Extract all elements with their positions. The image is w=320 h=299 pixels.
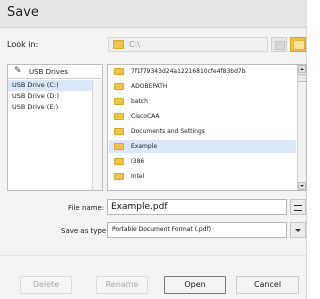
folder-icon <box>114 83 124 90</box>
scroll-thumb[interactable] <box>298 74 306 82</box>
file-list: 7f1f79343d24a12216810cfe4f83bd7b ADOBEPA… <box>107 64 307 191</box>
file-row[interactable]: ADOBEPATH <box>109 80 296 93</box>
new-folder-icon[interactable] <box>290 37 306 52</box>
drives-scrollbar[interactable] <box>92 80 102 190</box>
look-in-path-text: C:\ <box>129 40 140 49</box>
drives-header: ✎ USB Drives <box>8 65 102 79</box>
file-row[interactable]: 7f1f79343d24a12216810cfe4f83bd7b <box>109 65 296 78</box>
look-in-label: Look in: <box>7 40 39 49</box>
file-name: 7f1f79343d24a12216810cfe4f83bd7b <box>131 68 246 75</box>
chevron-down-icon[interactable] <box>290 222 306 238</box>
folder-icon <box>114 158 124 165</box>
folder-icon <box>113 40 124 49</box>
file-name: ADOBEPATH <box>131 83 168 90</box>
dialog-title: Save <box>7 5 39 20</box>
file-row[interactable]: batch <box>109 95 296 108</box>
file-name: Example <box>131 143 158 150</box>
up-folder-icon[interactable] <box>271 37 287 52</box>
drives-header-label: USB Drives <box>29 68 68 76</box>
file-name: I386 <box>131 158 145 165</box>
folder-icon <box>114 113 124 120</box>
drive-item-e[interactable]: USB Drive (E:) <box>8 102 92 113</box>
rename-button[interactable]: Rename <box>96 276 148 294</box>
save-dialog: Save Look in: C:\ ✎ USB Drives USB Drive… <box>0 0 307 299</box>
folder-icon <box>114 128 124 135</box>
file-row[interactable]: Documents and Settings <box>109 125 296 138</box>
scroll-down-icon[interactable] <box>298 182 306 190</box>
delete-button[interactable]: Delete <box>20 276 72 294</box>
cancel-button[interactable]: Cancel <box>236 276 299 294</box>
folder-icon <box>114 68 124 75</box>
file-row-selected[interactable]: Example <box>109 140 296 153</box>
file-name: batch <box>131 98 148 105</box>
look-in-path-field[interactable]: C:\ <box>108 37 268 52</box>
file-name: Intel <box>131 173 145 180</box>
folder-icon <box>114 98 124 105</box>
file-row[interactable]: CiscoCAA <box>109 110 296 123</box>
save-as-type-select[interactable]: Portable Document Format (.pdf) <box>107 222 287 238</box>
folder-icon <box>114 173 124 180</box>
file-row[interactable]: Intel <box>109 170 296 183</box>
drive-item-c[interactable]: USB Drive (C:) <box>8 80 92 91</box>
open-button[interactable]: Open <box>164 276 226 294</box>
save-as-type-label: Save as type: <box>61 227 109 235</box>
title-bar: Save <box>0 0 307 28</box>
file-name-input[interactable]: Example.pdf <box>107 199 287 215</box>
file-name: CiscoCAA <box>131 113 160 120</box>
divider <box>0 255 307 256</box>
file-row[interactable]: I386 <box>109 155 296 168</box>
drives-panel: ✎ USB Drives USB Drive (C:) USB Drive (D… <box>7 64 103 191</box>
folder-icon <box>114 143 124 150</box>
keyboard-icon[interactable] <box>290 199 306 215</box>
file-name: Documents and Settings <box>131 128 205 135</box>
file-name-label: File name: <box>68 204 105 212</box>
scroll-up-icon[interactable] <box>298 65 306 73</box>
pin-icon: ✎ <box>14 66 22 76</box>
file-list-scrollbar[interactable] <box>297 65 306 190</box>
drive-item-d[interactable]: USB Drive (D:) <box>8 91 92 102</box>
